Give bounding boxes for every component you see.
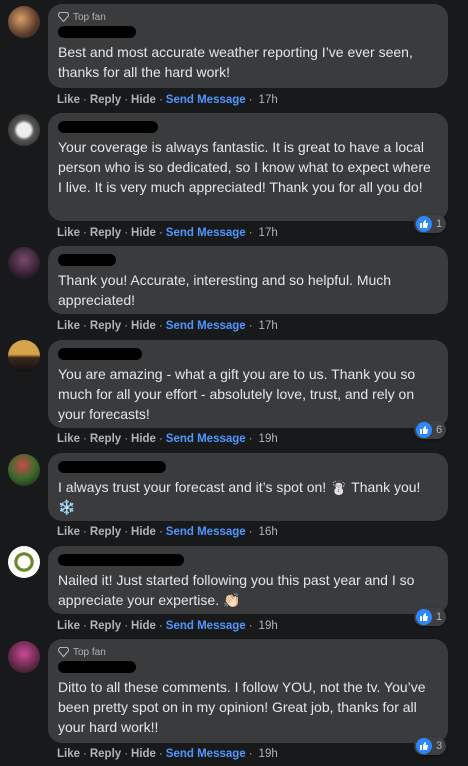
- top-fan-label: Top fan: [73, 11, 106, 23]
- reply-link[interactable]: Reply: [90, 320, 121, 332]
- send-message-link[interactable]: Send Message: [166, 433, 246, 445]
- reply-link[interactable]: Reply: [90, 748, 121, 760]
- reaction-number: 1: [436, 218, 443, 230]
- avatar[interactable]: [8, 546, 40, 578]
- diamond-badge-icon: [58, 12, 69, 22]
- thumbs-up-icon: [416, 738, 432, 754]
- top-fan-label: Top fan: [73, 646, 106, 658]
- timestamp[interactable]: 16h: [259, 526, 278, 538]
- reaction-count[interactable]: 1: [414, 215, 447, 233]
- reaction-count[interactable]: 3: [414, 737, 447, 755]
- reply-link[interactable]: Reply: [90, 94, 121, 106]
- thumbs-up-icon: [416, 216, 432, 232]
- reaction-count[interactable]: 1: [414, 608, 447, 626]
- comment-bubble: Thank you! Accurate, interesting and so …: [48, 246, 448, 314]
- reaction-number: 1: [436, 611, 443, 623]
- redacted-name[interactable]: [58, 121, 158, 133]
- reply-link[interactable]: Reply: [90, 526, 121, 538]
- like-link[interactable]: Like: [57, 227, 80, 239]
- comment-actions: Like · Reply · Hide · Send Message · 19h: [57, 748, 278, 760]
- reply-link[interactable]: Reply: [90, 620, 121, 632]
- comment-text: Thank you! Accurate, interesting and so …: [58, 272, 392, 308]
- timestamp[interactable]: 17h: [259, 320, 278, 332]
- thumbs-up-icon: [416, 609, 432, 625]
- comment-text: Nailed it! Just started following you th…: [58, 572, 415, 608]
- send-message-link[interactable]: Send Message: [166, 526, 246, 538]
- hide-link[interactable]: Hide: [131, 748, 156, 760]
- send-message-link[interactable]: Send Message: [166, 748, 246, 760]
- comment-text: Your coverage is always fantastic. It is…: [58, 139, 431, 195]
- like-link[interactable]: Like: [57, 526, 80, 538]
- like-link[interactable]: Like: [57, 94, 80, 106]
- timestamp[interactable]: 17h: [259, 94, 278, 106]
- redacted-name[interactable]: [58, 461, 166, 473]
- hide-link[interactable]: Hide: [131, 433, 156, 445]
- redacted-name[interactable]: [58, 26, 136, 38]
- hide-link[interactable]: Hide: [131, 320, 156, 332]
- comment-bubble: You are amazing - what a gift you are to…: [48, 340, 448, 428]
- comment-actions: Like · Reply · Hide · Send Message · 17h: [57, 227, 278, 239]
- comment-actions: Like · Reply · Hide · Send Message · 16h: [57, 526, 278, 538]
- send-message-link[interactable]: Send Message: [166, 620, 246, 632]
- top-fan-badge: Top fan: [58, 645, 438, 659]
- top-fan-badge: Top fan: [58, 10, 438, 24]
- comment-bubble: Top fan Ditto to all these comments. I f…: [48, 639, 448, 743]
- avatar[interactable]: [8, 247, 40, 279]
- send-message-link[interactable]: Send Message: [166, 94, 246, 106]
- hide-link[interactable]: Hide: [131, 94, 156, 106]
- avatar[interactable]: [8, 641, 40, 673]
- redacted-name[interactable]: [58, 348, 142, 360]
- comment-actions: Like · Reply · Hide · Send Message · 17h: [57, 94, 278, 106]
- like-link[interactable]: Like: [57, 433, 80, 445]
- redacted-name[interactable]: [58, 661, 136, 673]
- comment-actions: Like · Reply · Hide · Send Message · 19h: [57, 620, 278, 632]
- comment-bubble: Your coverage is always fantastic. It is…: [48, 113, 448, 221]
- diamond-badge-icon: [58, 647, 69, 657]
- avatar[interactable]: [8, 340, 40, 372]
- like-link[interactable]: Like: [57, 620, 80, 632]
- hide-link[interactable]: Hide: [131, 526, 156, 538]
- like-link[interactable]: Like: [57, 748, 80, 760]
- timestamp[interactable]: 19h: [259, 748, 278, 760]
- comment-text: I always trust your forecast and it’s sp…: [58, 479, 421, 515]
- reaction-count[interactable]: 6: [414, 421, 447, 439]
- timestamp[interactable]: 17h: [259, 227, 278, 239]
- comment-actions: Like · Reply · Hide · Send Message · 17h: [57, 320, 278, 332]
- reaction-number: 3: [436, 740, 443, 752]
- hide-link[interactable]: Hide: [131, 227, 156, 239]
- avatar[interactable]: [8, 114, 40, 146]
- timestamp[interactable]: 19h: [259, 620, 278, 632]
- reply-link[interactable]: Reply: [90, 433, 121, 445]
- thumbs-up-icon: [416, 422, 432, 438]
- comment-bubble: I always trust your forecast and it’s sp…: [48, 453, 448, 521]
- avatar[interactable]: [8, 454, 40, 486]
- send-message-link[interactable]: Send Message: [166, 320, 246, 332]
- comment-bubble: Top fan Best and most accurate weather r…: [48, 4, 448, 88]
- comment-bubble: Nailed it! Just started following you th…: [48, 546, 448, 614]
- hide-link[interactable]: Hide: [131, 620, 156, 632]
- comment-text: You are amazing - what a gift you are to…: [58, 366, 416, 422]
- reply-link[interactable]: Reply: [90, 227, 121, 239]
- like-link[interactable]: Like: [57, 320, 80, 332]
- comment-actions: Like · Reply · Hide · Send Message · 19h: [57, 433, 278, 445]
- timestamp[interactable]: 19h: [259, 433, 278, 445]
- redacted-name[interactable]: [58, 254, 116, 266]
- comment-text: Best and most accurate weather reporting…: [58, 44, 413, 80]
- send-message-link[interactable]: Send Message: [166, 227, 246, 239]
- reaction-number: 6: [436, 424, 443, 436]
- comment-text: Ditto to all these comments. I follow YO…: [58, 679, 426, 735]
- avatar[interactable]: [8, 6, 40, 38]
- redacted-name[interactable]: [58, 554, 184, 566]
